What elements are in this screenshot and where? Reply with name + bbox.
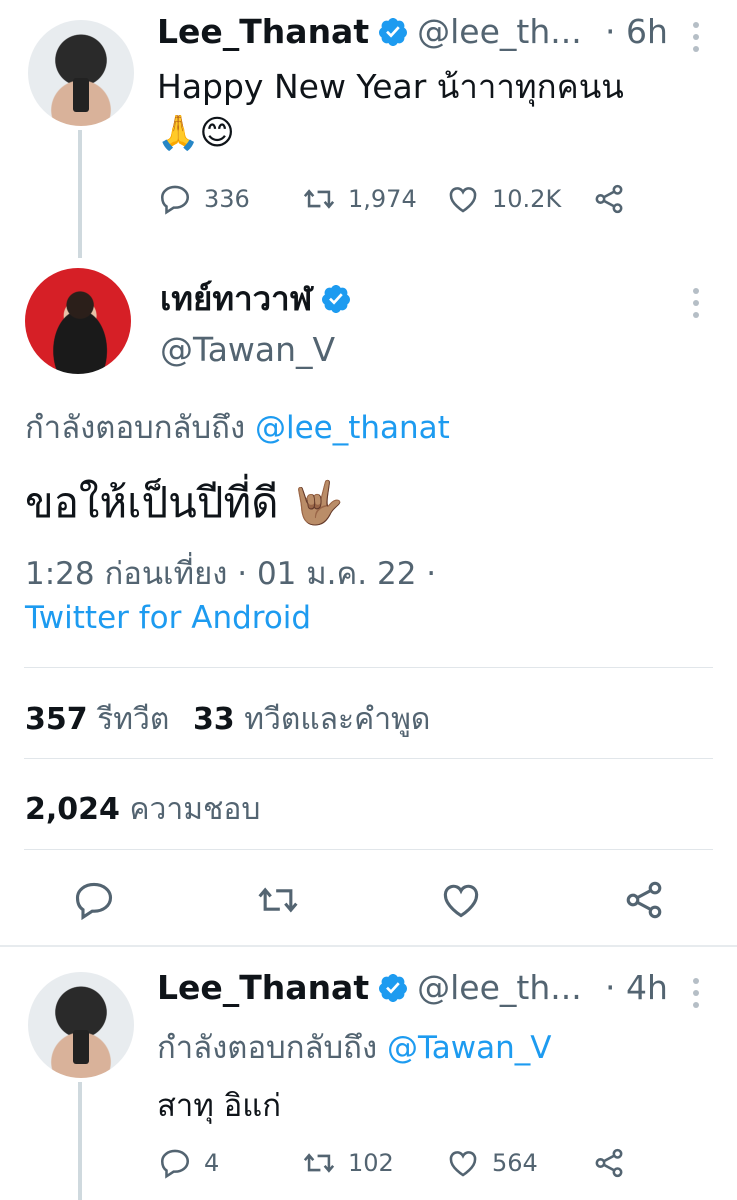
reply-count: 336 — [204, 185, 250, 213]
more-icon[interactable] — [692, 22, 700, 52]
like-button[interactable]: 10.2K — [446, 182, 561, 216]
retweet-stats[interactable]: 357 รีทวีต 33 ทวีตและคำพูด — [25, 696, 430, 743]
tweet-text: ขอให้เป็นปีที่ดี — [25, 478, 279, 527]
tweet-source[interactable]: Twitter for Android — [25, 600, 311, 636]
display-name[interactable]: เทย์ทาวาฬ — [160, 272, 312, 325]
retweet-count: 1,974 — [348, 185, 417, 213]
share-icon — [595, 1148, 623, 1178]
share-icon — [595, 184, 623, 214]
reply-icon[interactable] — [72, 878, 116, 922]
replying-prefix: กำลังตอบกลับถึง — [25, 410, 246, 446]
like-icon — [449, 187, 477, 213]
quotes-count: 33 — [192, 702, 235, 737]
tweet1-header: Lee_Thanat @lee_th... — [157, 12, 582, 51]
tweet3-header: Lee_Thanat @lee_th... — [157, 968, 582, 1007]
section-divider — [0, 945, 737, 947]
likes-count: 2,024 — [25, 792, 120, 827]
tweet2-text: ขอให้เป็นปีที่ดี 🤟🏽 — [25, 470, 344, 536]
handle[interactable]: @Tawan_V — [160, 330, 335, 369]
avatar-lee-thanat[interactable] — [28, 20, 134, 126]
tweet-emoji: 🤟🏽 — [291, 478, 345, 527]
retweets-count: 357 — [25, 702, 88, 737]
divider — [24, 758, 713, 759]
share-button[interactable] — [592, 1146, 626, 1180]
display-name[interactable]: Lee_Thanat — [157, 12, 369, 51]
like-icon — [449, 1151, 477, 1177]
tweet-time[interactable]: · 4h — [605, 968, 668, 1007]
reply-icon — [160, 185, 190, 215]
replying-to-line: กำลังตอบกลับถึง @lee_thanat — [25, 402, 450, 452]
more-icon[interactable] — [692, 288, 700, 318]
tweet-text: Happy New Year น้าาาทุกคนน — [157, 67, 624, 106]
tweet-text: สาทุ อิแก่ — [157, 1088, 281, 1124]
reply-count: 4 — [204, 1149, 220, 1177]
like-count: 564 — [492, 1149, 538, 1177]
retweet-count: 102 — [348, 1149, 394, 1177]
verified-badge-icon — [379, 973, 408, 1002]
retweet-icon[interactable] — [256, 878, 300, 922]
verified-badge-icon — [379, 17, 408, 46]
tweet2-header: เทย์ทาวาฬ — [160, 272, 352, 325]
likes-stats[interactable]: 2,024 ความชอบ — [25, 786, 260, 833]
avatar-tawan-v[interactable] — [25, 268, 131, 374]
replying-prefix: กำลังตอบกลับถึง — [157, 1030, 378, 1066]
retweet-icon — [303, 1153, 335, 1173]
share-icon[interactable] — [622, 878, 666, 922]
like-count: 10.2K — [492, 185, 562, 213]
avatar-lee-thanat[interactable] — [28, 972, 134, 1078]
handle[interactable]: @lee_th... — [417, 12, 582, 51]
verified-badge-icon — [322, 284, 351, 313]
replying-to-link[interactable]: @lee_thanat — [255, 410, 450, 446]
reply-button[interactable]: 336 — [158, 182, 250, 216]
more-icon[interactable] — [692, 978, 700, 1008]
retweet-button[interactable]: 1,974 — [302, 182, 417, 216]
tweet1-text: Happy New Year น้าาาทุกคนน 🙏😊 — [157, 64, 717, 156]
retweets-label: รีทวีต — [97, 702, 170, 737]
likes-label: ความชอบ — [129, 792, 261, 827]
share-button[interactable] — [592, 182, 626, 216]
quotes-label: ทวีตและคำพูด — [244, 702, 431, 737]
tweet-emoji: 🙏😊 — [157, 113, 235, 153]
thread-line — [78, 130, 82, 258]
replying-to-line: กำลังตอบกลับถึง @Tawan_V — [157, 1022, 551, 1072]
reply-button[interactable]: 4 — [158, 1146, 219, 1180]
tweet-time[interactable]: · 6h — [605, 12, 668, 51]
like-icon[interactable] — [439, 878, 483, 922]
retweet-button[interactable]: 102 — [302, 1146, 394, 1180]
divider — [24, 667, 713, 668]
retweet-icon — [303, 189, 335, 209]
like-button[interactable]: 564 — [446, 1146, 538, 1180]
thread-line — [78, 1082, 82, 1200]
replying-to-link[interactable]: @Tawan_V — [387, 1030, 552, 1066]
display-name[interactable]: Lee_Thanat — [157, 968, 369, 1007]
reply-icon — [160, 1149, 190, 1179]
tweet-timestamp[interactable]: 1:28 ก่อนเที่ยง · 01 ม.ค. 22 · — [25, 548, 436, 598]
divider — [24, 849, 713, 850]
handle[interactable]: @lee_th... — [417, 968, 582, 1007]
